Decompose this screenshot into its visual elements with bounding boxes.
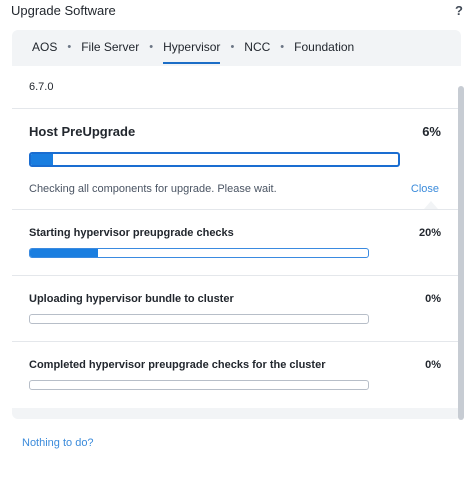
nothing-to-do-link[interactable]: Nothing to do? — [22, 437, 94, 449]
host-progress-bar — [29, 152, 400, 167]
close-link[interactable]: Close — [411, 183, 439, 195]
version-label: 6.7.0 — [29, 81, 54, 93]
tab-hypervisor[interactable]: Hypervisor — [163, 30, 221, 64]
tab-separator: • — [67, 41, 72, 53]
step-percent: 0% — [425, 293, 441, 305]
step-label: Uploading hypervisor bundle to cluster — [29, 293, 234, 305]
step-progress-fill — [30, 249, 98, 257]
step-progress-bar — [29, 380, 369, 390]
step-percent: 20% — [418, 227, 441, 239]
host-preupgrade-percent: 6% — [422, 124, 441, 139]
step-row: Uploading hypervisor bundle to cluster 0… — [12, 276, 461, 342]
tab-bar: AOS • File Server • Hypervisor • NCC • F… — [12, 30, 461, 64]
scrollbar[interactable] — [458, 86, 464, 420]
status-message: Checking all components for upgrade. Ple… — [29, 183, 277, 195]
step-label: Completed hypervisor preupgrade checks f… — [29, 359, 326, 371]
tab-separator: • — [280, 41, 285, 53]
help-icon[interactable]: ? — [455, 3, 463, 18]
step-percent: 0% — [425, 359, 441, 371]
dialog-titlebar: Upgrade Software ? — [0, 0, 474, 30]
step-label: Starting hypervisor preupgrade checks — [29, 227, 234, 239]
tab-aos[interactable]: AOS — [32, 30, 57, 64]
version-card: 6.7.0 — [12, 66, 461, 108]
step-row: Completed hypervisor preupgrade checks f… — [12, 342, 461, 408]
tab-separator: • — [149, 41, 154, 53]
host-preupgrade-card: Host PreUpgrade 6% Checking all componen… — [12, 108, 461, 209]
step-row: Starting hypervisor preupgrade checks 20… — [12, 210, 461, 276]
tab-foundation[interactable]: Foundation — [294, 30, 354, 64]
host-preupgrade-title: Host PreUpgrade — [29, 124, 136, 139]
tab-separator: • — [230, 41, 235, 53]
tab-ncc[interactable]: NCC — [244, 30, 270, 64]
caret-pointer — [424, 201, 438, 209]
step-progress-bar — [29, 314, 369, 324]
dialog-title: Upgrade Software — [11, 3, 116, 18]
tab-file-server[interactable]: File Server — [81, 30, 139, 64]
step-progress-bar — [29, 248, 369, 258]
host-progress-fill — [31, 154, 54, 165]
